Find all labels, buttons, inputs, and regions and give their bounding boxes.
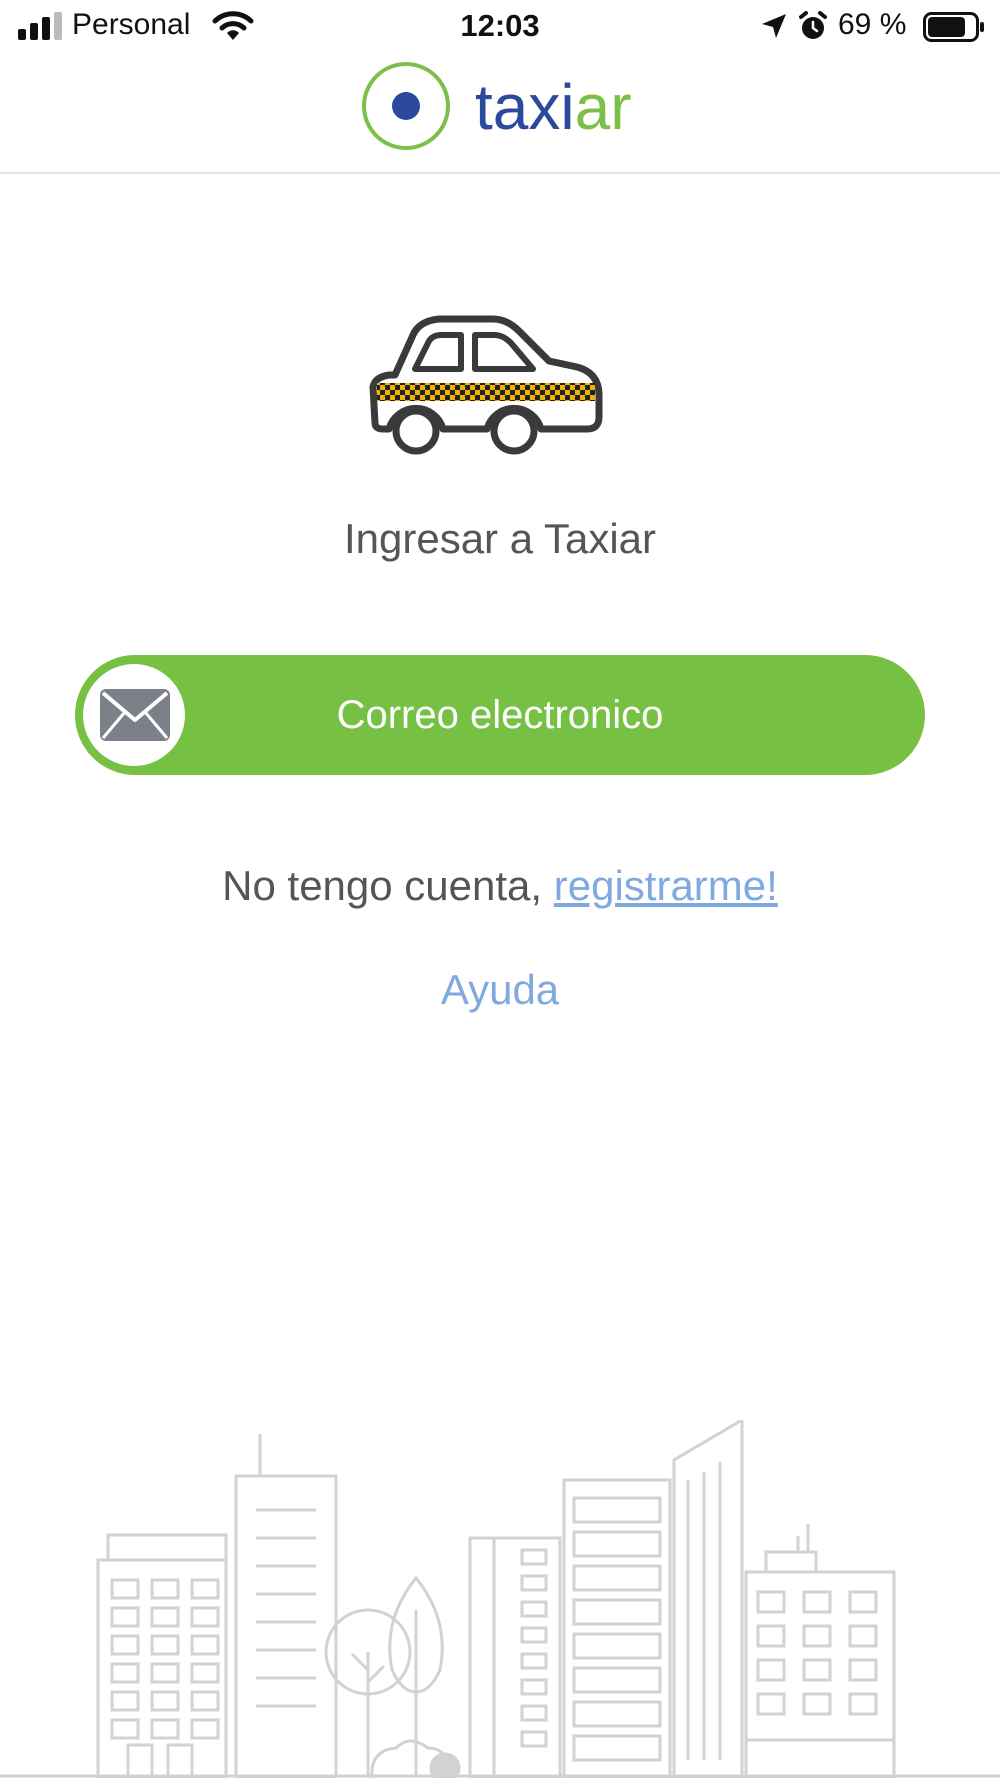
email-login-label: Correo electronico [336, 693, 664, 737]
help-link[interactable]: Ayuda [0, 966, 1000, 1014]
taxi-car-icon [369, 315, 603, 455]
app-header: taxiar [0, 54, 1000, 174]
battery-percent: 69 % [838, 8, 907, 41]
app-logo: taxiar [475, 65, 632, 149]
login-heading: Ingresar a Taxiar [343, 515, 657, 562]
email-login-button[interactable]: Correo electronico [75, 655, 925, 775]
register-prompt: No tengo cuenta, registrarme! [0, 862, 1000, 910]
register-prefix: No tengo cuenta, [222, 862, 554, 909]
register-link[interactable]: registrarme! [554, 862, 778, 909]
logo-dot-icon [362, 62, 450, 150]
logo-text-accent: ar [574, 71, 632, 143]
city-skyline-illustration [0, 1420, 1000, 1778]
status-bar: Personal 12:03 69 % [0, 0, 1000, 54]
battery-icon [923, 12, 984, 42]
logo-text-primary: taxi [475, 71, 575, 143]
alarm-icon [799, 11, 827, 39]
location-arrow-icon [762, 14, 786, 38]
